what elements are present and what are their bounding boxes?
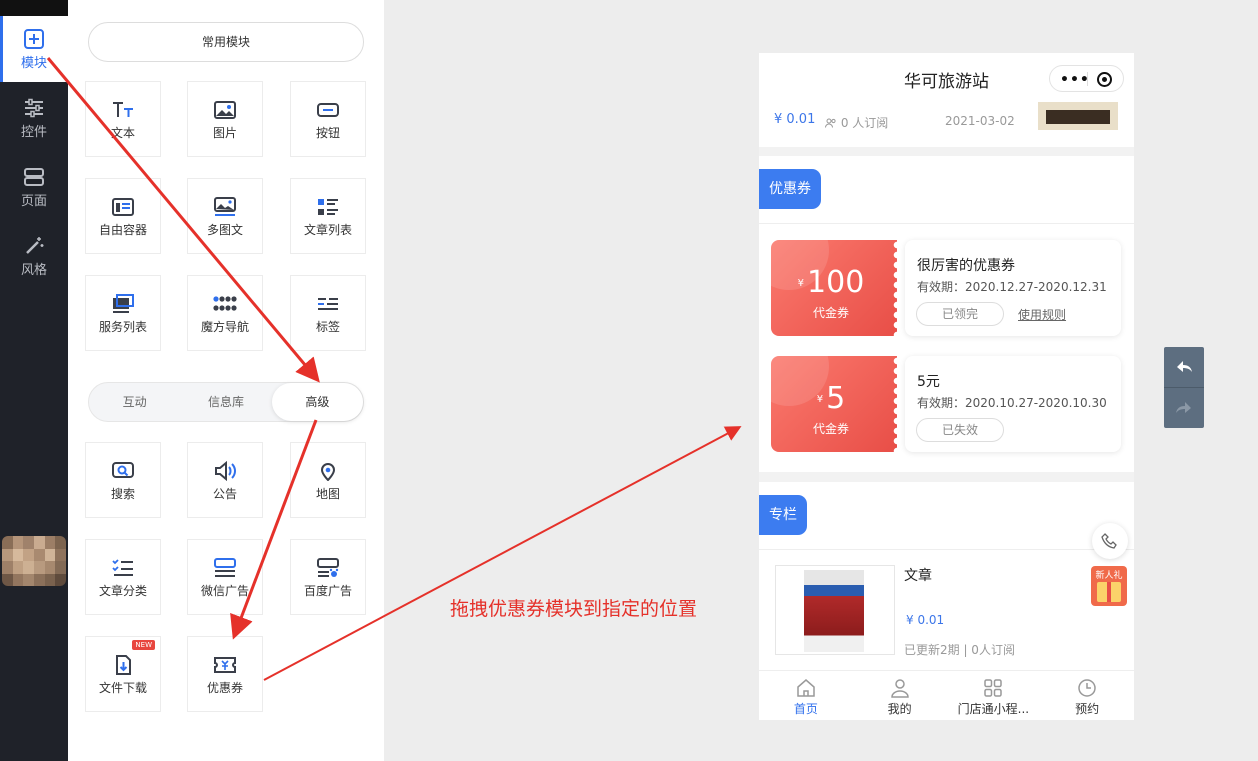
- arrow-to-drop-position: [263, 426, 742, 681]
- instruction-annotation: 拖拽优惠券模块到指定的位置: [450, 598, 698, 620]
- arrow-to-advanced-tab: [46, 57, 320, 383]
- annotation-arrows: [46, 57, 742, 681]
- arrow-to-coupon-tile: [230, 419, 318, 640]
